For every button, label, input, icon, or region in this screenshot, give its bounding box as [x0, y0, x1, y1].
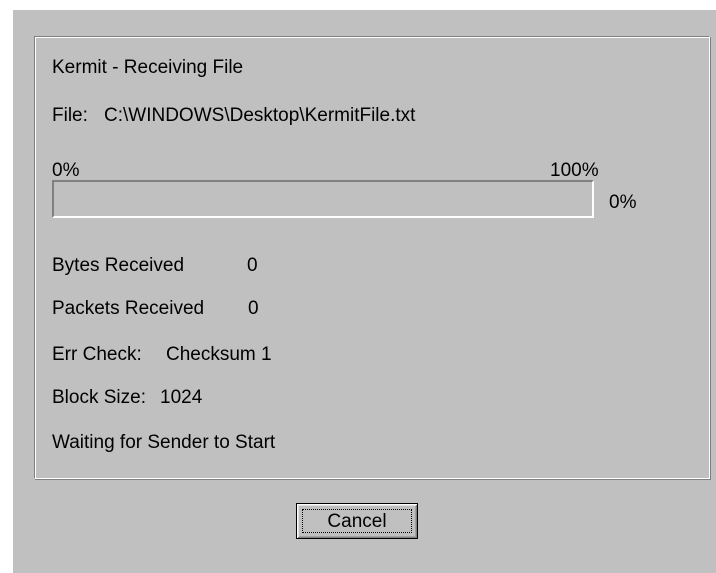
transfer-group-box: Kermit - Receiving File File: C:\WINDOWS…	[34, 36, 710, 479]
file-label: File:	[52, 105, 88, 126]
block-size-label: Block Size:	[52, 387, 146, 408]
file-path: C:\WINDOWS\Desktop\KermitFile.txt	[104, 105, 416, 126]
cancel-button[interactable]: Cancel	[296, 503, 418, 539]
err-check-value: Checksum 1	[166, 344, 272, 365]
status-message: Waiting for Sender to Start	[52, 432, 276, 453]
progress-max-label: 100%	[550, 160, 599, 181]
progress-min-label: 0%	[52, 160, 80, 181]
packets-received-value: 0	[248, 298, 259, 319]
cancel-button-label: Cancel	[302, 509, 412, 533]
packets-received-label: Packets Received	[52, 298, 205, 319]
kermit-transfer-dialog: Kermit - Receiving File File: C:\WINDOWS…	[13, 10, 716, 573]
transfer-title: Kermit - Receiving File	[52, 57, 244, 78]
bytes-received-label: Bytes Received	[52, 255, 185, 276]
progress-bar	[52, 180, 594, 218]
err-check-label: Err Check:	[52, 344, 142, 365]
block-size-value: 1024	[160, 387, 203, 408]
bytes-received-value: 0	[247, 255, 258, 276]
progress-percent: 0%	[609, 192, 637, 213]
